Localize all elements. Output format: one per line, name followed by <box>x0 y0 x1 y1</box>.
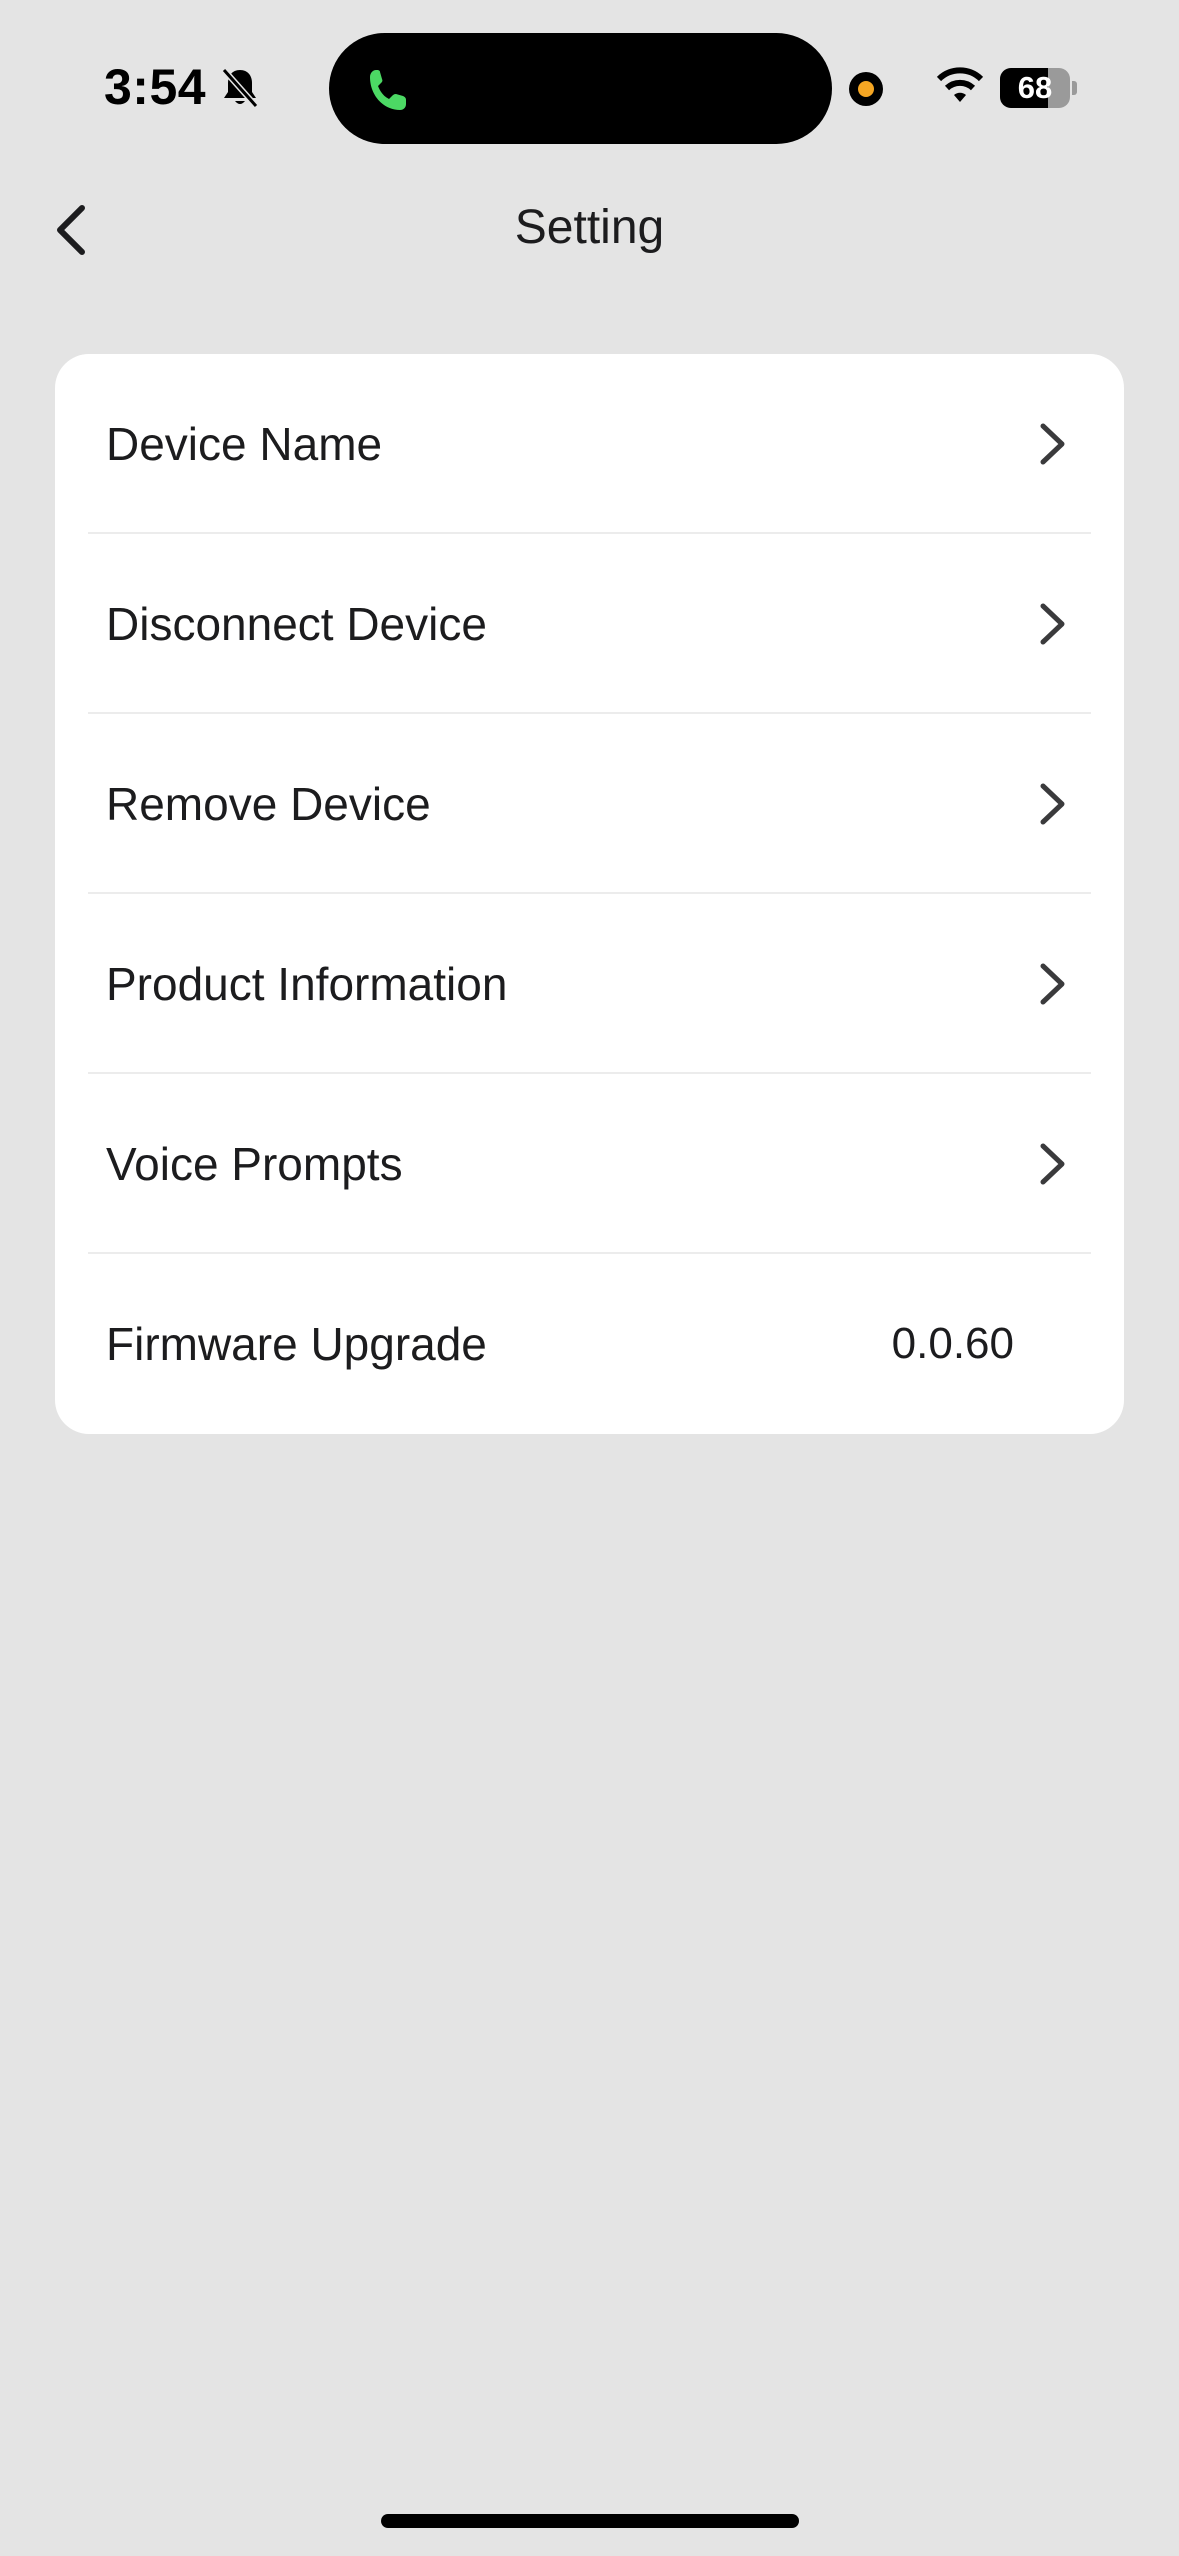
phone-call-icon <box>370 70 406 110</box>
page-title: Setting <box>514 201 665 254</box>
settings-item-label: Device Name <box>106 418 383 470</box>
settings-item-remove-device[interactable]: Remove Device <box>55 714 1124 894</box>
wifi-icon <box>936 67 984 102</box>
settings-card: Device Name Disconnect Device Remove Dev… <box>55 354 1124 1434</box>
settings-item-device-name[interactable]: Device Name <box>55 354 1124 534</box>
settings-item-label: Remove Device <box>106 778 431 830</box>
settings-item-disconnect-device[interactable]: Disconnect Device <box>55 534 1124 714</box>
chevron-right-icon <box>1040 1143 1065 1185</box>
chevron-right-icon <box>1040 963 1065 1005</box>
bell-muted-icon <box>221 68 259 108</box>
settings-item-label: Disconnect Device <box>106 598 487 650</box>
status-bar: 3:54 68 <box>0 0 1179 180</box>
settings-item-label: Firmware Upgrade <box>106 1318 487 1370</box>
dynamic-island[interactable] <box>329 33 832 144</box>
settings-item-label: Product Information <box>106 958 508 1010</box>
settings-item-firmware-upgrade[interactable]: Firmware Upgrade 0.0.60 <box>55 1254 1124 1434</box>
chevron-right-icon <box>1040 603 1065 645</box>
chevron-right-icon <box>1040 783 1065 825</box>
home-indicator[interactable] <box>381 2514 799 2528</box>
battery-indicator: 68 <box>1000 68 1077 108</box>
navigation-bar: Setting <box>0 180 1179 280</box>
settings-item-voice-prompts[interactable]: Voice Prompts <box>55 1074 1124 1254</box>
status-time: 3:54 <box>104 59 207 115</box>
back-chevron-icon[interactable] <box>50 200 94 260</box>
battery-level: 68 <box>1017 70 1053 105</box>
firmware-version: 0.0.60 <box>891 1319 1014 1368</box>
settings-item-product-information[interactable]: Product Information <box>55 894 1124 1074</box>
chevron-right-icon <box>1040 423 1065 465</box>
camera-in-use-indicator <box>849 72 883 106</box>
settings-item-label: Voice Prompts <box>106 1138 403 1190</box>
